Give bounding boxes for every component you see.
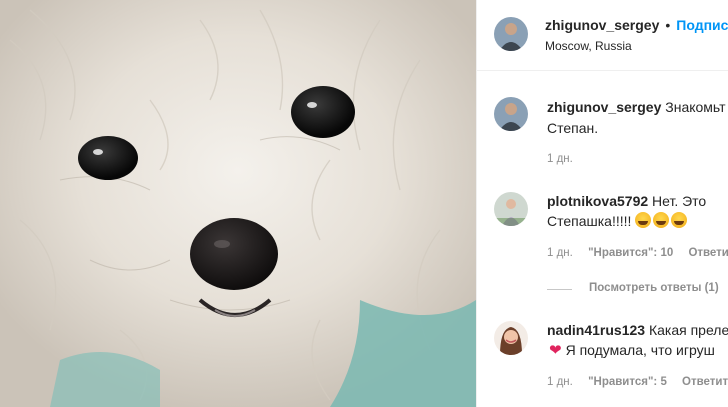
comment-meta: 1 дн. [547, 153, 585, 165]
comment-body-text: Степашка!!!!! [547, 213, 632, 229]
joy-emoji-icon [671, 212, 688, 228]
post-header: zhigunov_sergey • Подписа Moscow, Russia [477, 0, 728, 71]
comment-meta: 1 дн. "Нравится": 5 Ответить [547, 376, 728, 388]
comment-username[interactable]: zhigunov_sergey [547, 99, 661, 115]
separator-dot: • [665, 17, 671, 33]
comment-body-line2: Степашка!!!!! [547, 211, 689, 231]
comment-meta: 1 дн. "Нравится": 10 Ответить [547, 247, 728, 259]
comment-username[interactable]: nadin41rus123 [547, 322, 645, 338]
reply-button[interactable]: Ответить [688, 247, 728, 259]
commenter-avatar[interactable] [494, 97, 528, 131]
reply-button[interactable]: Ответить [682, 376, 728, 388]
comment-likes[interactable]: "Нравится": 5 [588, 376, 667, 388]
comment-username[interactable]: plotnikova5792 [547, 193, 648, 209]
comment-body-line2: ❤ Я подумала, что игруш [549, 340, 715, 361]
author-avatar[interactable] [494, 17, 528, 51]
joy-emoji-icon [635, 212, 652, 228]
commenter-avatar[interactable] [494, 192, 528, 226]
post-location[interactable]: Moscow, Russia [545, 39, 632, 53]
post-image[interactable] [0, 0, 476, 407]
joy-emoji-icon [653, 212, 670, 228]
commenter-avatar[interactable] [494, 321, 528, 355]
comment-body: Знакомьт [665, 99, 726, 115]
dog-photo [0, 0, 476, 407]
comment-time[interactable]: 1 дн. [547, 153, 573, 165]
comment-body-line2: Степан. [547, 120, 599, 136]
comment-text: nadin41rus123 Какая преле [547, 320, 728, 340]
post-sidebar: zhigunov_sergey • Подписа Moscow, Russia… [476, 0, 728, 407]
comment-likes[interactable]: "Нравится": 10 [588, 247, 673, 259]
comment-time[interactable]: 1 дн. [547, 247, 573, 259]
view-replies-button[interactable]: Посмотреть ответы (1) [589, 282, 719, 294]
comment-text: zhigunov_sergey Знакомьт [547, 97, 726, 117]
heart-icon: ❤ [549, 342, 562, 359]
follow-button[interactable]: Подписа [676, 17, 728, 33]
comment-time[interactable]: 1 дн. [547, 376, 573, 388]
comment-body: Нет. Это [652, 193, 707, 209]
comment-body-text: Я подумала, что игруш [565, 342, 715, 358]
replies-divider [547, 289, 572, 290]
comment-body: Какая преле [648, 322, 728, 338]
comment-text: plotnikova5792 Нет. Это [547, 191, 706, 211]
author-username[interactable]: zhigunov_sergey [545, 17, 659, 33]
